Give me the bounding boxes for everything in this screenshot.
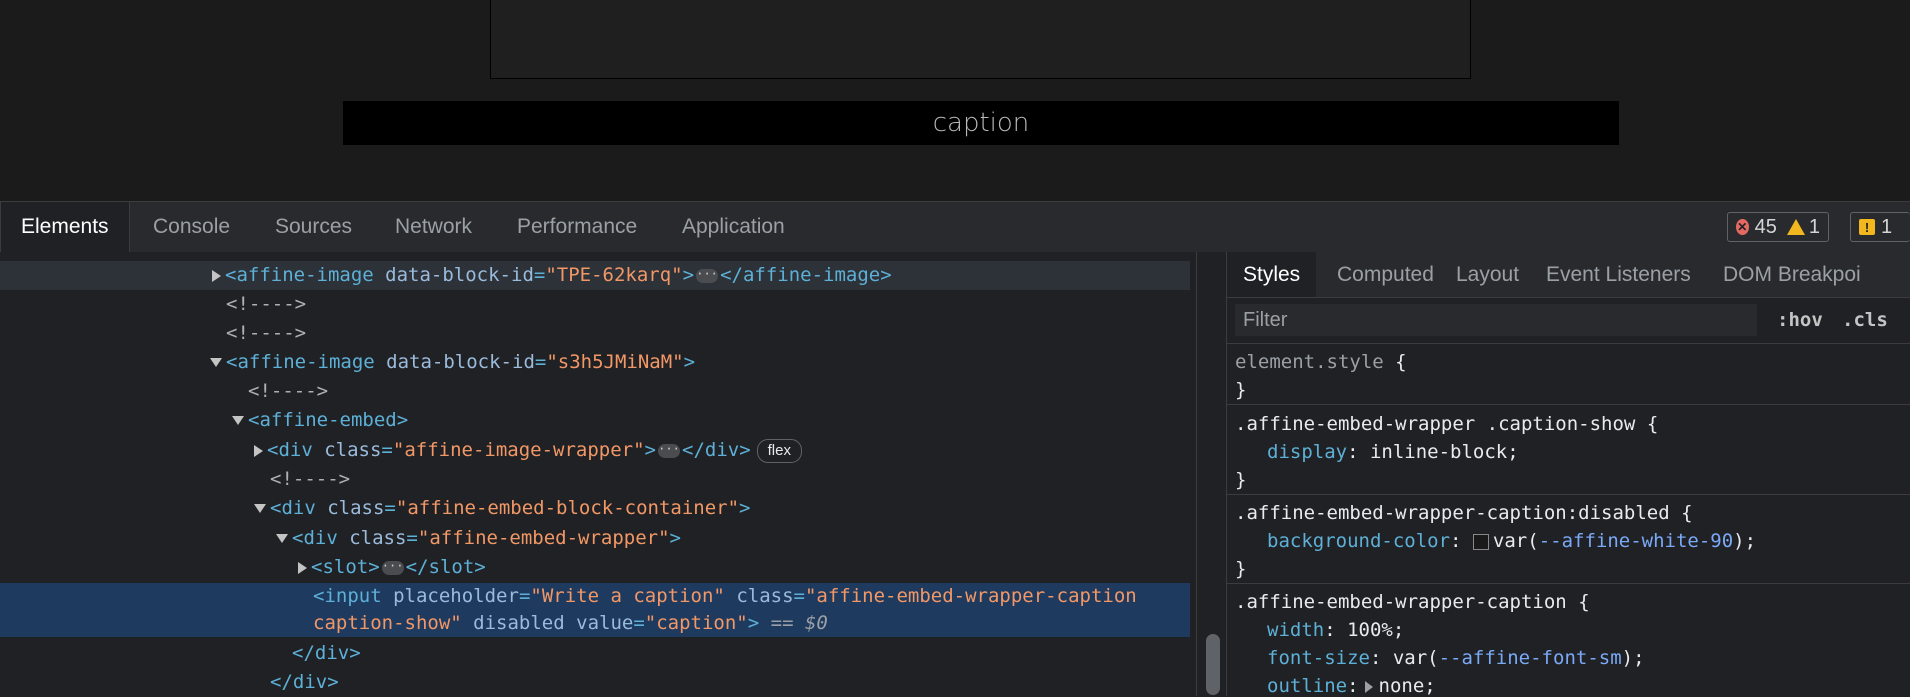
tree-node-slot[interactable]: <slot> ··· </slot> bbox=[0, 553, 1196, 582]
elements-tree[interactable]: <affine-image data-block-id="TPE-62karq"… bbox=[0, 252, 1196, 696]
css-property[interactable]: outline: none; bbox=[1227, 672, 1910, 696]
expand-arrow-icon[interactable] bbox=[212, 269, 221, 282]
tab-event-listeners[interactable]: Event Listeners bbox=[1530, 252, 1707, 297]
warning-count: 1 bbox=[1808, 215, 1820, 238]
styles-tabbar: Styles Computed Layout Event Listeners D… bbox=[1227, 252, 1910, 298]
error-count: 45 bbox=[1754, 215, 1777, 238]
tab-elements[interactable]: Elements bbox=[0, 202, 130, 252]
expand-shorthand-icon[interactable] bbox=[1364, 680, 1373, 693]
tree-comment[interactable]: <!----> bbox=[0, 290, 1196, 319]
tree-node-embed-wrapper[interactable]: <div class="affine-embed-wrapper"> bbox=[0, 524, 1196, 553]
rule-selector[interactable]: .affine-embed-wrapper .caption-show bbox=[1235, 413, 1635, 435]
tab-console[interactable]: Console bbox=[133, 202, 250, 252]
collapse-arrow-icon[interactable] bbox=[276, 534, 288, 543]
flex-badge[interactable]: flex bbox=[756, 438, 802, 463]
collapsed-ellipsis-icon[interactable]: ··· bbox=[381, 560, 404, 575]
tree-node-image-wrapper[interactable]: <div class="affine-image-wrapper"> ··· </d… bbox=[0, 436, 1196, 465]
collapse-arrow-icon[interactable] bbox=[232, 416, 244, 425]
tree-comment[interactable]: <!----> bbox=[0, 465, 1196, 494]
collapsed-ellipsis-icon[interactable]: ··· bbox=[658, 443, 680, 458]
image-frame bbox=[490, 0, 1471, 79]
styles-pane: Styles Computed Layout Event Listeners D… bbox=[1227, 252, 1910, 696]
tree-node-embed-block-container[interactable]: <div class="affine-embed-block-container… bbox=[0, 494, 1196, 523]
tree-close-div[interactable]: </div> bbox=[0, 639, 1196, 668]
devtools-tabbar: Elements Console Sources Network Perform… bbox=[0, 202, 1910, 253]
warning-icon bbox=[1786, 219, 1805, 235]
elements-scrollbar-track[interactable] bbox=[1196, 252, 1227, 696]
error-warning-counter[interactable]: ✕ 45 1 bbox=[1727, 212, 1829, 242]
error-icon: ✕ bbox=[1736, 219, 1749, 235]
tree-node-affine-image-1[interactable]: <affine-image data-block-id="TPE-62karq"… bbox=[0, 261, 1190, 290]
expand-arrow-icon[interactable] bbox=[254, 444, 263, 457]
tab-application[interactable]: Application bbox=[662, 202, 805, 252]
expand-arrow-icon[interactable] bbox=[298, 561, 307, 574]
issue-count: 1 bbox=[1881, 215, 1893, 238]
tree-comment[interactable]: <!----> bbox=[0, 377, 1196, 406]
tree-node-affine-embed[interactable]: <affine-embed> bbox=[0, 406, 1196, 435]
hov-toggle-button[interactable]: :hov bbox=[1777, 304, 1823, 336]
tab-performance[interactable]: Performance bbox=[497, 202, 657, 252]
tree-node-affine-image-2[interactable]: <affine-image data-block-id="s3h5JMiNaM"… bbox=[0, 348, 1196, 377]
tab-network[interactable]: Network bbox=[375, 202, 492, 252]
tab-dom-breakpoints[interactable]: DOM Breakpoi bbox=[1707, 252, 1877, 297]
cls-toggle-button[interactable]: .cls bbox=[1842, 304, 1888, 336]
caption-input: caption bbox=[343, 101, 1619, 145]
page-viewport: caption bbox=[0, 0, 1910, 201]
issue-icon: ! bbox=[1859, 219, 1875, 235]
rule-selector[interactable]: .affine-embed-wrapper-caption:disabled bbox=[1235, 502, 1670, 524]
elements-scrollbar-thumb[interactable] bbox=[1206, 634, 1220, 695]
tree-comment[interactable]: <!----> bbox=[0, 319, 1196, 348]
style-rule-caption-show: .affine-embed-wrapper .caption-show { di… bbox=[1227, 410, 1910, 495]
style-rule-element-style: element.style { } bbox=[1227, 348, 1910, 405]
collapse-arrow-icon[interactable] bbox=[254, 504, 266, 513]
css-property[interactable]: background-color: var(--affine-white-90)… bbox=[1227, 527, 1910, 555]
rule-selector[interactable]: .affine-embed-wrapper-caption bbox=[1235, 591, 1567, 613]
style-rule-caption: .affine-embed-wrapper-caption { width: 1… bbox=[1227, 588, 1910, 696]
tab-sources[interactable]: Sources bbox=[255, 202, 372, 252]
color-swatch-icon[interactable] bbox=[1472, 533, 1489, 550]
css-property[interactable]: width: 100%; bbox=[1227, 616, 1910, 644]
rule-selector: element.style bbox=[1235, 351, 1384, 373]
css-property[interactable]: display: inline-block; bbox=[1227, 438, 1910, 466]
collapse-arrow-icon[interactable] bbox=[210, 358, 222, 367]
tree-close-div[interactable]: </div> bbox=[0, 668, 1196, 696]
issues-counter[interactable]: ! 1 bbox=[1850, 212, 1910, 242]
styles-filter-row: Filter :hov .cls bbox=[1227, 298, 1910, 344]
css-property[interactable]: font-size: var(--affine-font-sm); bbox=[1227, 644, 1910, 672]
tab-layout[interactable]: Layout bbox=[1440, 252, 1535, 297]
styles-filter-input[interactable]: Filter bbox=[1235, 304, 1757, 336]
tree-node-input-selected[interactable]: <input placeholder="Write a caption" cla… bbox=[0, 583, 1190, 637]
tab-styles[interactable]: Styles bbox=[1227, 252, 1317, 297]
tab-computed[interactable]: Computed bbox=[1321, 252, 1450, 297]
collapsed-ellipsis-icon[interactable]: ··· bbox=[696, 268, 719, 283]
style-rule-caption-disabled: .affine-embed-wrapper-caption:disabled {… bbox=[1227, 499, 1910, 584]
